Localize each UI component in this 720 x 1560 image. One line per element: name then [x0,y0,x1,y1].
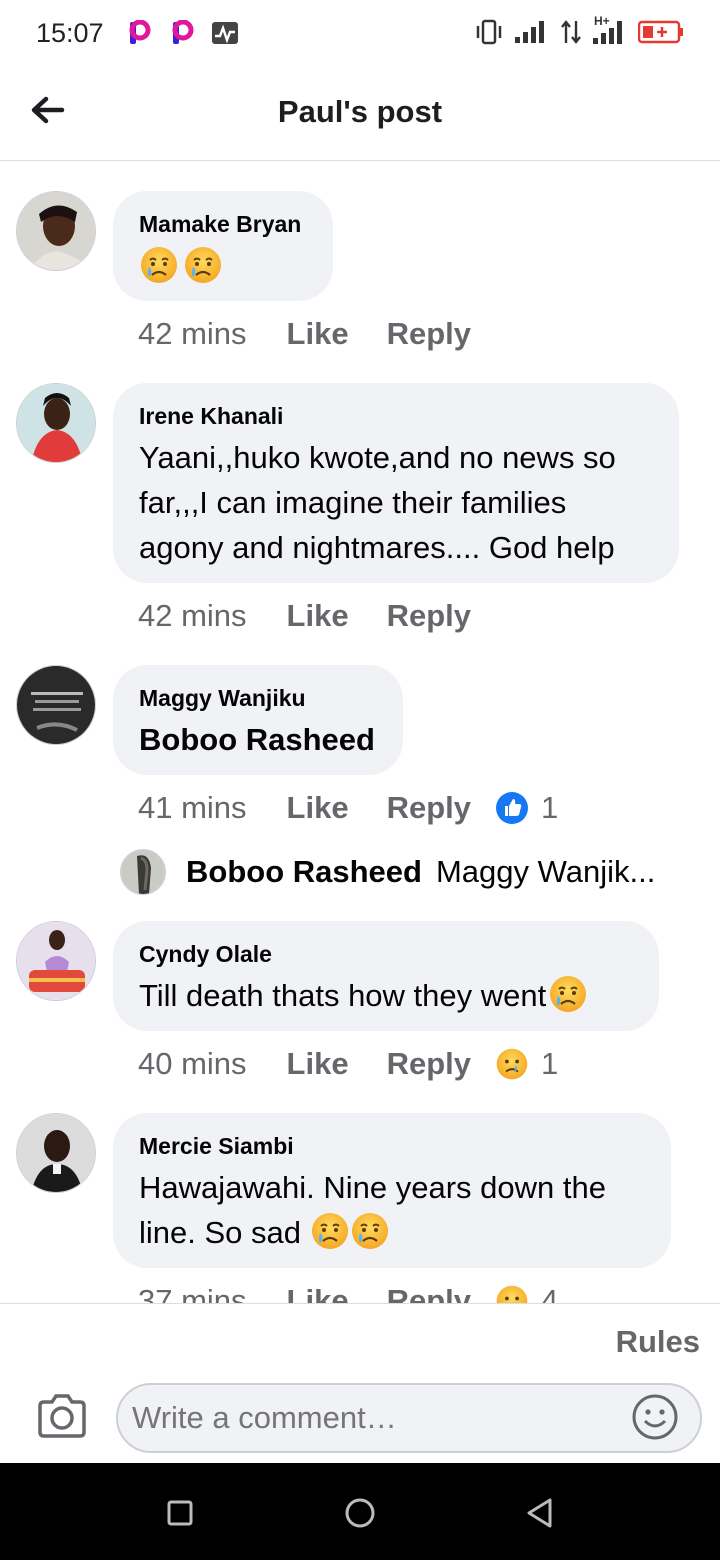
status-time: 15:07 [36,18,104,48]
reply-button[interactable]: Reply [387,1283,471,1303]
comment-author[interactable]: Mamake Bryan [139,209,307,239]
activity-icon [212,22,238,44]
comment-actions: 37 mins Like Reply 4 [138,1283,558,1303]
reply-text: Maggy Wanjik... [435,854,656,889]
reaction-summary[interactable]: 1 [495,1046,558,1082]
comment-emojis [139,245,307,285]
back-triangle-icon[interactable] [518,1491,562,1535]
comment-actions: 42 mins Like Reply [138,598,495,634]
avatar[interactable] [16,1113,96,1193]
like-thumb-icon [496,792,528,824]
recents-square-icon[interactable] [158,1491,202,1535]
comment-text: Till death thats how they went [139,973,633,1018]
p-app-icon [129,20,151,44]
reply-preview[interactable]: Boboo Rasheed Maggy Wanjik... [120,847,700,897]
comment-actions: 42 mins Like Reply [138,316,495,352]
status-right-icons: H+ [474,14,684,46]
comment-time[interactable]: 37 mins [138,1283,247,1303]
comment-actions: 40 mins Like Reply 1 [138,1046,558,1082]
crying-face-icon [183,245,223,285]
like-button[interactable]: Like [287,790,349,826]
comment-bubble[interactable]: Cyndy Olale Till death thats how they we… [113,921,659,1031]
sad-face-icon [495,1047,529,1081]
comment-bubble[interactable]: Mamake Bryan [113,191,333,301]
reaction-count: 4 [541,1283,559,1303]
avatar[interactable] [16,665,96,745]
page-title: Paul's post [277,94,443,129]
reaction-count: 1 [541,1046,559,1081]
like-button[interactable]: Like [287,1283,349,1303]
avatar[interactable] [16,191,96,271]
reply-button[interactable]: Reply [387,598,471,634]
comment-text-line: agony and nightmares.... God help [139,530,615,565]
comment-time[interactable]: 42 mins [138,598,247,634]
crying-face-icon [139,245,179,285]
avatar[interactable] [16,921,96,1001]
system-nav-bar [0,1463,720,1560]
comment-author[interactable]: Irene Khanali [139,401,653,431]
reply-button[interactable]: Reply [387,1046,471,1082]
app-header: Paul's post [0,66,720,161]
home-circle-icon[interactable] [338,1491,382,1535]
comment-text-line: far,,,I can imagine their families [139,485,567,520]
smiley-icon[interactable] [630,1392,680,1442]
comment-actions: 41 mins Like Reply 1 [138,790,558,826]
comment-composer: Rules [0,1303,720,1463]
comment-text-line: Hawajawahi. Nine years down the [139,1170,606,1205]
signal-icon [515,21,544,43]
like-button[interactable]: Like [287,1046,349,1082]
comment-author[interactable]: Mercie Siambi [139,1131,645,1161]
comment-author[interactable]: Cyndy Olale [139,939,633,969]
comment-time[interactable]: 41 mins [138,790,247,826]
comment-text-content: Till death thats how they went [139,978,547,1013]
avatar[interactable] [16,383,96,463]
comment-input[interactable] [116,1383,702,1453]
comment-bubble[interactable]: Mercie Siambi Hawajawahi. Nine years dow… [113,1113,671,1268]
like-button[interactable]: Like [287,598,349,634]
avatar[interactable] [120,849,166,895]
sad-face-icon [350,1211,390,1251]
comment-text-line: Yaani,,huko kwote,and no news so [139,440,616,475]
rules-link[interactable]: Rules [616,1324,700,1360]
comment-time[interactable]: 42 mins [138,316,247,352]
sad-face-icon [310,1211,350,1251]
reaction-count: 1 [541,790,559,825]
vibrate-icon [476,19,502,45]
reaction-summary[interactable]: 1 [495,790,558,826]
comment-list[interactable]: Mamake Bryan 42 mins Like Reply Irene Kh… [0,161,720,1303]
comment-author[interactable]: Maggy Wanjiku [139,683,377,713]
battery-icon [638,20,683,44]
like-button[interactable]: Like [287,316,349,352]
data-arrows-icon [561,20,581,44]
hplus-signal-icon: H+ [592,14,628,46]
camera-icon[interactable] [36,1392,88,1440]
comment-time[interactable]: 40 mins [138,1046,247,1082]
comment-bubble[interactable]: Maggy Wanjiku Boboo Rasheed [113,665,403,775]
mentioned-name[interactable]: Boboo Rasheed [139,717,377,762]
reaction-summary[interactable]: 4 [495,1283,558,1303]
crying-face-icon [548,974,588,1014]
comment-text-line: line. So sad [139,1210,645,1255]
status-bar: 15:07 H+ [0,0,720,66]
reply-author[interactable]: Boboo Rasheed [186,854,422,890]
p-app-icon [172,20,194,44]
reply-button[interactable]: Reply [387,316,471,352]
reply-button[interactable]: Reply [387,790,471,826]
sad-face-icon [495,1284,529,1303]
comment-text-content: line. So sad [139,1215,301,1250]
comment-bubble[interactable]: Irene Khanali Yaani,,huko kwote,and no n… [113,383,679,583]
